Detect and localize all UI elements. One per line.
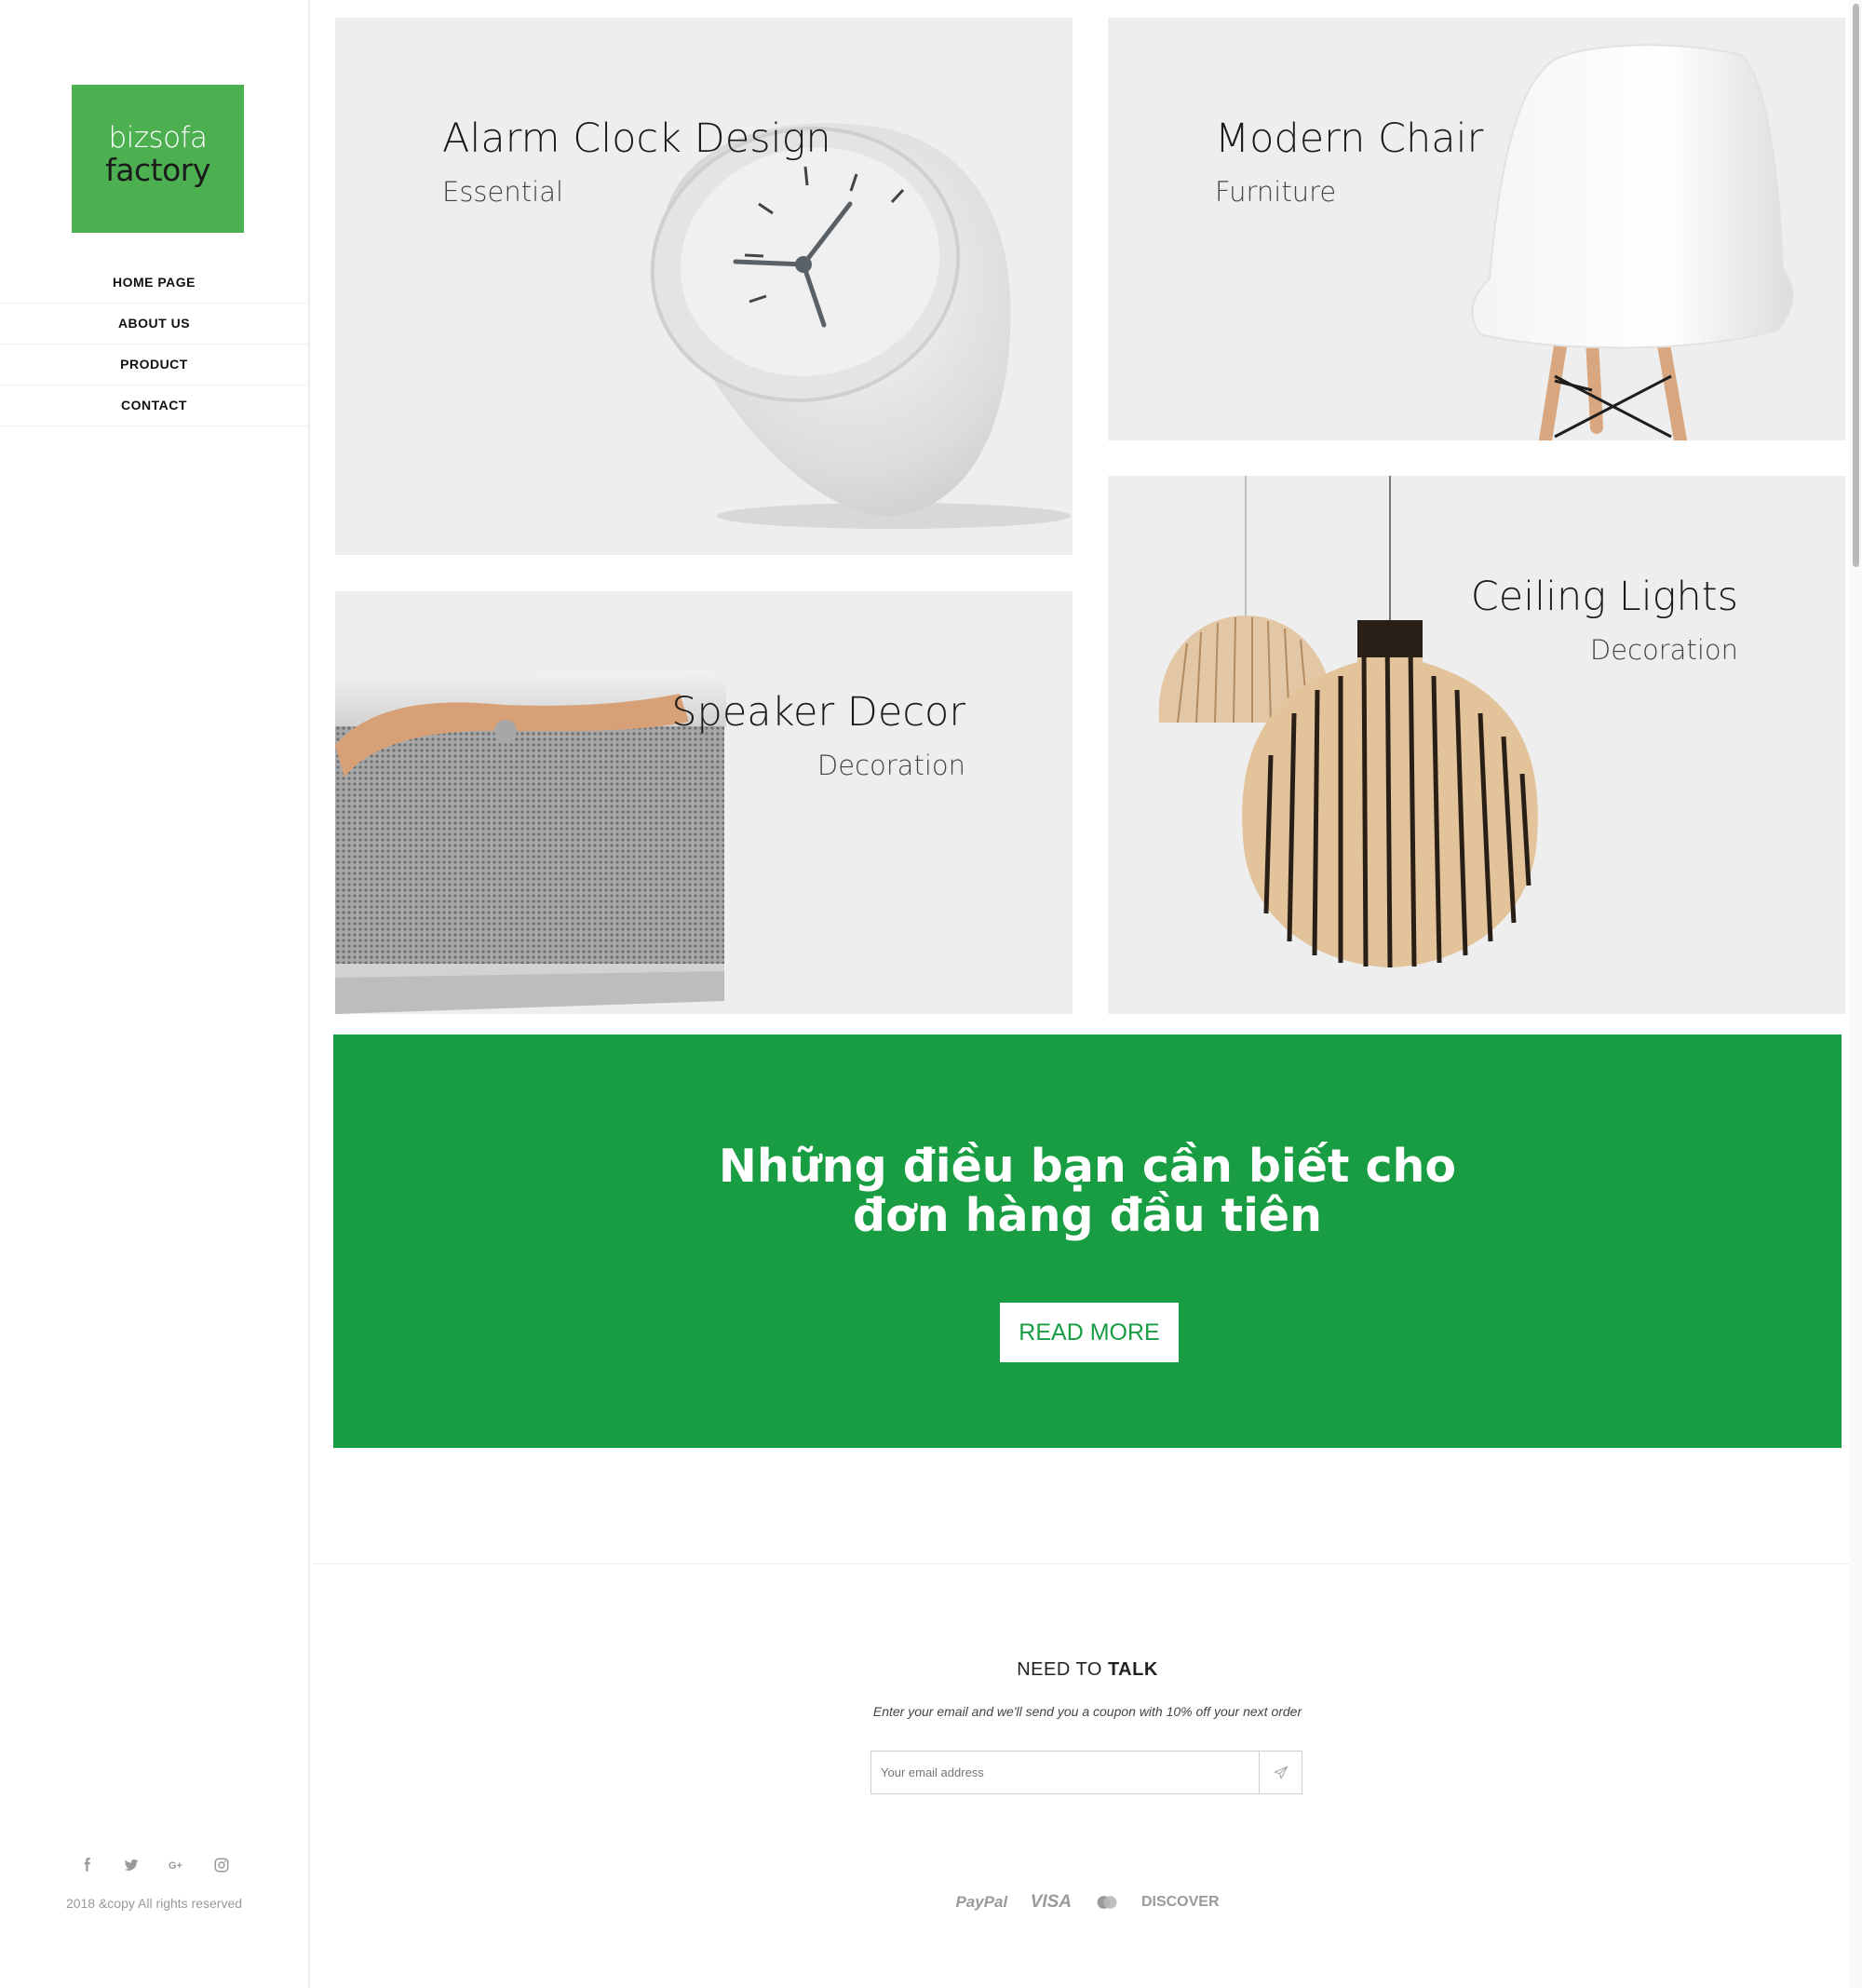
newsletter-form xyxy=(870,1751,1302,1794)
card-title: Modern Chair xyxy=(1215,115,1484,162)
scrollbar-thumb[interactable] xyxy=(1853,4,1859,567)
card-subtitle: Essential xyxy=(442,176,564,208)
card-title: Ceiling Lights xyxy=(1470,574,1738,620)
sidebar: bizsofa factory HOME PAGE ABOUT US PRODU… xyxy=(0,0,310,1988)
send-button[interactable] xyxy=(1259,1751,1302,1793)
discover-logo: DISCOVER xyxy=(1140,1894,1220,1910)
newsletter-title: NEED TO TALK xyxy=(313,1659,1862,1681)
newsletter-description: Enter your email and we'll send you a co… xyxy=(872,1704,1302,1719)
mastercard-icon xyxy=(1097,1896,1116,1909)
scrollbar[interactable] xyxy=(1849,0,1862,1988)
card-subtitle: Decoration xyxy=(816,750,965,781)
card-ceiling-lights[interactable]: Ceiling Lights Decoration xyxy=(1108,476,1845,1014)
newsletter-title-normal: NEED TO xyxy=(1017,1659,1102,1680)
nav-item-contact[interactable]: CONTACT xyxy=(0,385,308,426)
main-nav: HOME PAGE ABOUT US PRODUCT CONTACT xyxy=(0,263,308,426)
alarm-clock-image xyxy=(650,123,1071,529)
paper-plane-icon xyxy=(1274,1765,1288,1779)
card-alarm-clock[interactable]: Alarm Clock Design Essential xyxy=(335,18,1073,555)
banner-heading: Những điều bạn cần biết cho đơn hàng đầu… xyxy=(333,1142,1842,1240)
nav-item-product[interactable]: PRODUCT xyxy=(0,345,308,385)
banner-heading-line-1: Những điều bạn cần biết cho xyxy=(718,1140,1457,1193)
speaker-image xyxy=(335,670,726,1014)
paypal-logo: PayPal xyxy=(955,1893,1008,1911)
card-speaker-decor[interactable]: Speaker Decor Decoration xyxy=(335,591,1073,1014)
banner-heading-line-2: đơn hàng đầu tiên xyxy=(852,1189,1323,1242)
google-plus-icon[interactable]: G+ xyxy=(169,1855,185,1873)
card-subtitle: Furniture xyxy=(1215,176,1337,208)
logo[interactable]: bizsofa factory xyxy=(72,85,244,233)
facebook-icon[interactable] xyxy=(78,1855,95,1873)
newsletter-title-bold: TALK xyxy=(1107,1659,1158,1680)
copyright-text: 2018 &copy All rights reserved xyxy=(65,1896,243,1911)
payment-methods: PayPal VISA DISCOVER xyxy=(313,1892,1862,1913)
email-input[interactable] xyxy=(871,1751,1259,1793)
logo-line-2: factory xyxy=(105,152,210,188)
svg-text:G+: G+ xyxy=(169,1860,182,1871)
nav-item-home[interactable]: HOME PAGE xyxy=(0,263,308,304)
social-links: G+ xyxy=(0,1855,308,1873)
card-modern-chair[interactable]: Modern Chair Furniture xyxy=(1108,18,1845,440)
visa-logo: VISA xyxy=(1030,1892,1073,1912)
promo-banner: Những điều bạn cần biết cho đơn hàng đầu… xyxy=(333,1035,1842,1448)
section-divider xyxy=(313,1563,1862,1564)
instagram-icon[interactable] xyxy=(213,1855,230,1873)
card-title: Alarm Clock Design xyxy=(442,115,831,162)
read-more-button[interactable]: READ MORE xyxy=(1000,1303,1179,1362)
chair-image xyxy=(1471,44,1794,440)
logo-line-1: bizsofa xyxy=(108,121,208,155)
twitter-icon[interactable] xyxy=(123,1855,140,1873)
card-subtitle: Decoration xyxy=(1589,634,1738,666)
ceiling-lights-image xyxy=(1158,476,1538,968)
nav-item-about[interactable]: ABOUT US xyxy=(0,304,308,345)
card-title: Speaker Decor xyxy=(671,689,965,736)
